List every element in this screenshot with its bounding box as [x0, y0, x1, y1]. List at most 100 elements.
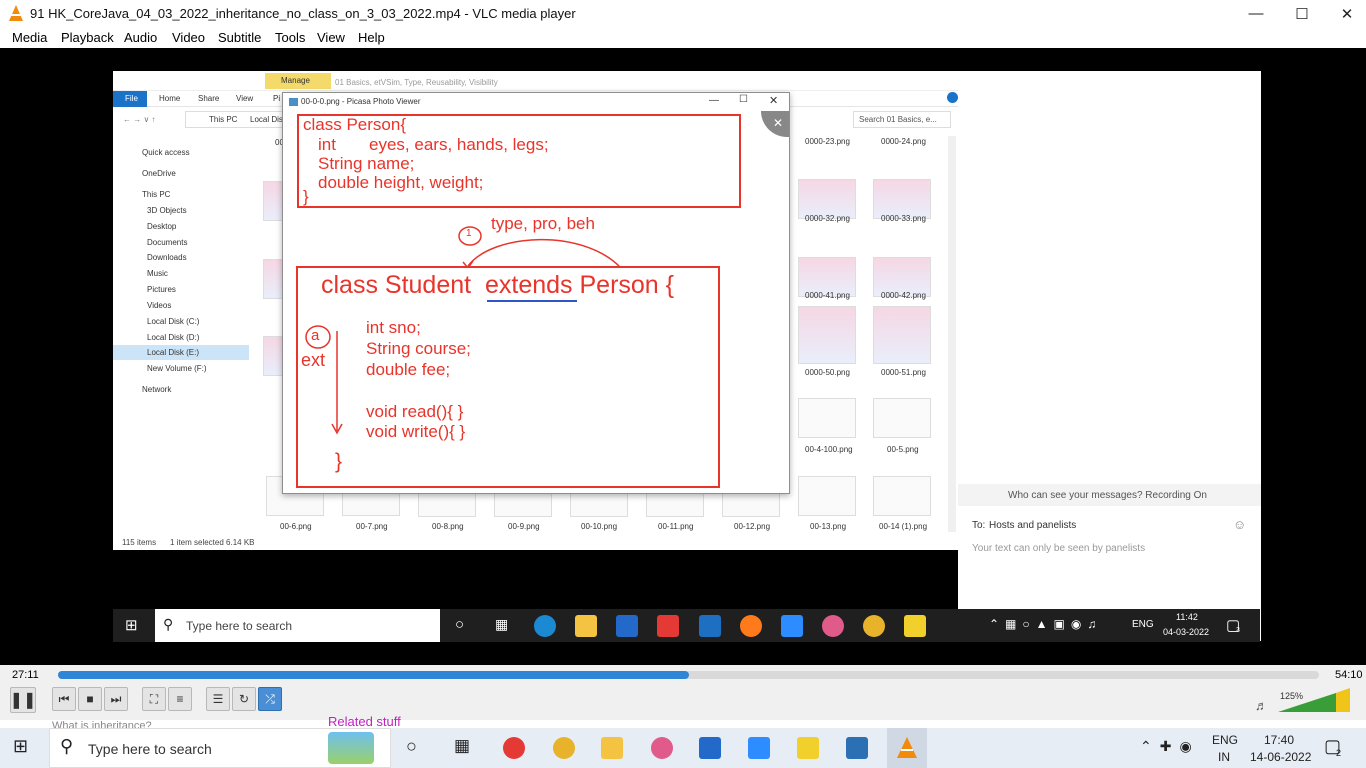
chrome-icon[interactable] — [553, 737, 575, 759]
file-label[interactable]: 00-10.png — [581, 522, 617, 531]
recorded-lang[interactable]: ENG — [1132, 619, 1154, 630]
menu-playback[interactable]: Playback — [61, 30, 114, 45]
file-label[interactable]: 0000-32.png — [805, 214, 850, 223]
tab-home[interactable]: Home — [159, 94, 180, 103]
menu-media[interactable]: Media — [12, 30, 47, 45]
photos-icon[interactable] — [846, 737, 868, 759]
nav-downloads[interactable]: Downloads — [147, 253, 187, 262]
zoom-icon[interactable] — [748, 737, 770, 759]
chrome-icon[interactable] — [863, 615, 885, 637]
menu-video[interactable]: Video — [172, 30, 205, 45]
file-thumbnail[interactable] — [263, 259, 283, 299]
taskbar-region[interactable]: IN — [1218, 750, 1230, 764]
seek-bar[interactable] — [58, 671, 1319, 679]
nav-videos[interactable]: Videos — [147, 301, 171, 310]
file-label[interactable]: 00-9.png — [508, 522, 540, 531]
picasa-maximize-button[interactable]: ☐ — [739, 94, 748, 105]
menu-subtitle[interactable]: Subtitle — [218, 30, 261, 45]
taskbar-clock-time[interactable]: 17:40 — [1264, 733, 1294, 747]
file-thumbnail[interactable] — [873, 476, 931, 516]
nav-music[interactable]: Music — [147, 269, 168, 278]
file-thumbnail[interactable] — [798, 398, 856, 438]
recorded-clock-date[interactable]: 04-03-2022 — [1163, 627, 1209, 637]
nav-desktop[interactable]: Desktop — [147, 222, 176, 231]
menu-help[interactable]: Help — [358, 30, 385, 45]
picasa-icon[interactable] — [651, 737, 673, 759]
file-thumbnail[interactable] — [798, 306, 856, 364]
file-label[interactable]: 0000-42.png — [881, 291, 926, 300]
next-button[interactable]: ⏭ — [104, 687, 128, 711]
task-view-icon[interactable]: ▦ — [495, 616, 508, 633]
file-label[interactable]: 0000-41.png — [805, 291, 850, 300]
previous-button[interactable]: ⏮ — [52, 687, 76, 711]
nav-disk-e[interactable]: Local Disk (E:) — [147, 348, 199, 357]
taskbar-search-text[interactable]: Type here to search — [88, 741, 212, 757]
cortana-icon[interactable]: ○ — [406, 736, 417, 757]
file-label[interactable]: 0000-24.png — [881, 137, 926, 146]
nav-volume-f[interactable]: New Volume (F:) — [147, 364, 207, 373]
file-thumbnail[interactable] — [873, 398, 931, 438]
file-label[interactable]: 00-8.png — [432, 522, 464, 531]
emoji-icon[interactable]: ☺ — [1233, 517, 1246, 532]
file-thumbnail[interactable] — [873, 179, 931, 219]
file-label[interactable]: 0000-23.png — [805, 137, 850, 146]
nav-disk-c[interactable]: Local Disk (C:) — [147, 317, 199, 326]
time-total[interactable]: 54:10 — [1335, 669, 1363, 681]
file-thumbnail[interactable] — [263, 181, 283, 221]
file-thumbnail[interactable] — [798, 476, 856, 516]
playlist-button[interactable]: ☰ — [206, 687, 230, 711]
file-label[interactable]: 0000-50.png — [805, 368, 850, 377]
pause-button[interactable]: ❚❚ — [10, 687, 36, 713]
minimize-button[interactable]: — — [1233, 0, 1279, 27]
time-elapsed[interactable]: 27:11 — [12, 669, 39, 681]
windows-start-icon[interactable]: ⊞ — [125, 616, 138, 634]
file-label[interactable]: 00-6.png — [280, 522, 312, 531]
nav-3d-objects[interactable]: 3D Objects — [147, 206, 187, 215]
menu-audio[interactable]: Audio — [124, 30, 157, 45]
app-icon[interactable] — [657, 615, 679, 637]
menu-tools[interactable]: Tools — [275, 30, 305, 45]
file-label[interactable]: 00-5.png — [887, 445, 919, 454]
cortana-icon[interactable]: ○ — [455, 616, 464, 633]
system-tray-icons[interactable]: ⌃▦○▲▣◉♫ — [989, 617, 1102, 631]
file-thumbnail[interactable] — [798, 179, 856, 219]
store-icon[interactable] — [616, 615, 638, 637]
mail-icon[interactable] — [699, 615, 721, 637]
recorded-clock-time[interactable]: 11:42 — [1176, 612, 1198, 622]
nav-this-pc[interactable]: This PC — [142, 190, 170, 199]
app-icon[interactable] — [740, 615, 762, 637]
back-arrow-icon[interactable]: ← → ∨ ↑ — [123, 115, 156, 124]
loop-button[interactable]: ↻ — [232, 687, 256, 711]
record-app-icon[interactable] — [503, 737, 525, 759]
help-icon[interactable] — [947, 92, 958, 103]
picasa-icon[interactable] — [822, 615, 844, 637]
tab-view[interactable]: View — [236, 94, 253, 103]
search-highlight-icon[interactable] — [328, 732, 374, 764]
nav-onedrive[interactable]: OneDrive — [142, 169, 176, 178]
explorer-scrollbar[interactable] — [948, 136, 956, 532]
nav-quick-access[interactable]: Quick access — [142, 148, 190, 157]
nav-network[interactable]: Network — [142, 385, 171, 394]
system-tray-icons[interactable]: ⌃✚◉ — [1140, 738, 1200, 755]
breadcrumb-disk[interactable]: Local Dis — [250, 115, 283, 124]
taskbar-lang[interactable]: ENG — [1212, 733, 1238, 747]
tab-share[interactable]: Share — [198, 94, 219, 103]
close-button[interactable]: ✕ — [1324, 0, 1366, 27]
taskbar-clock-date[interactable]: 14-06-2022 — [1250, 750, 1311, 764]
file-thumbnail[interactable] — [873, 306, 931, 364]
tab-file[interactable]: File — [125, 94, 138, 103]
extended-settings-button[interactable]: ≡ — [168, 687, 192, 711]
chat-visibility-info[interactable]: Who can see your messages? Recording On — [1008, 490, 1207, 501]
file-label[interactable]: 00-4-100.png — [805, 445, 853, 454]
store-icon[interactable] — [699, 737, 721, 759]
chat-message-input[interactable]: Your text can only be seen by panelists — [972, 543, 1145, 554]
file-label[interactable]: 00-14 (1).png — [879, 522, 927, 531]
zoom-icon[interactable] — [781, 615, 803, 637]
windows-start-icon[interactable]: ⊞ — [13, 736, 28, 757]
file-explorer-icon[interactable] — [575, 615, 597, 637]
nav-disk-d[interactable]: Local Disk (D:) — [147, 333, 199, 342]
tab-picture[interactable]: Pi — [273, 94, 280, 103]
file-label[interactable]: 00-13.png — [810, 522, 846, 531]
image-close-icon[interactable]: ✕ — [761, 111, 789, 137]
file-label[interactable]: 00-7.png — [356, 522, 388, 531]
